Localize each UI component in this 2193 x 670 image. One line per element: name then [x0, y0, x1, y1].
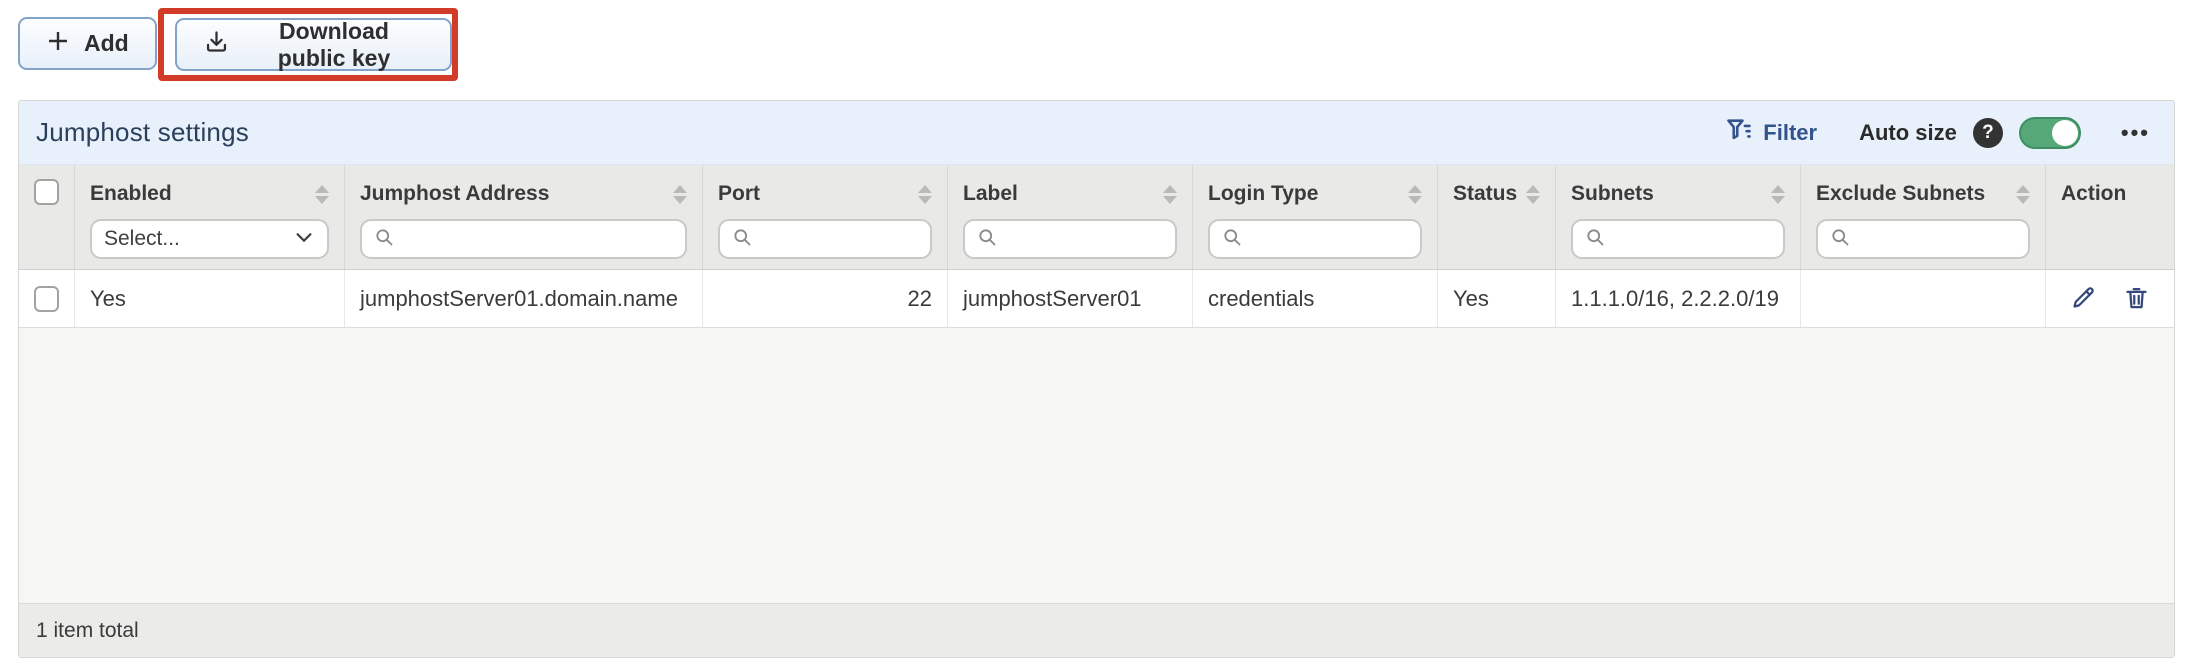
download-button-label: Download public key: [244, 18, 424, 72]
label-filter: [963, 219, 1177, 259]
toolbar: Add Download public key: [0, 0, 2193, 92]
column-header-port: Port: [703, 165, 948, 269]
column-header-label: Label: [948, 165, 1193, 269]
cell-login-type: credentials: [1193, 270, 1438, 327]
sort-icon[interactable]: [910, 185, 932, 204]
column-header-enabled: Enabled Select...: [75, 165, 345, 269]
filter-label: Filter: [1763, 120, 1817, 146]
more-options-button[interactable]: •••: [2121, 120, 2150, 146]
column-label: Action: [2061, 182, 2126, 206]
autosize-toggle[interactable]: [2019, 117, 2081, 149]
search-icon: [1585, 227, 1605, 252]
filter-button[interactable]: Filter: [1725, 116, 1817, 150]
row-checkbox[interactable]: [34, 286, 59, 312]
toggle-knob: [2052, 120, 2078, 146]
column-label: Port: [718, 182, 760, 206]
add-button[interactable]: Add: [18, 17, 157, 70]
column-header-status: Status: [1438, 165, 1556, 269]
cell-enabled: Yes: [75, 270, 345, 327]
titlebar-controls: Filter Auto size ? •••: [1725, 116, 2150, 150]
sort-icon[interactable]: [307, 185, 329, 204]
column-label: Label: [963, 182, 1018, 206]
table-empty-area: [19, 328, 2174, 603]
cell-exclude-subnets: [1801, 270, 2046, 327]
sort-icon[interactable]: [2008, 185, 2030, 204]
select-value: Select...: [104, 227, 180, 251]
pencil-icon: [2070, 284, 2097, 314]
annotation-highlight-box: Download public key: [158, 8, 458, 81]
search-icon: [732, 227, 752, 252]
sort-icon[interactable]: [1763, 185, 1785, 204]
help-icon[interactable]: ?: [1973, 118, 2003, 148]
cell-subnets: 1.1.1.0/16, 2.2.2.0/19: [1556, 270, 1801, 327]
panel-title: Jumphost settings: [36, 117, 249, 148]
label-filter-input[interactable]: [1005, 228, 1163, 251]
trash-icon: [2123, 284, 2150, 314]
select-all-checkbox[interactable]: [34, 179, 59, 205]
plus-icon: [46, 29, 70, 59]
subnets-filter: [1571, 219, 1785, 259]
column-label: Enabled: [90, 182, 172, 206]
table-header-row: Enabled Select... Jumphost Address: [19, 165, 2174, 270]
chevron-down-icon: [293, 226, 315, 253]
column-label: Subnets: [1571, 182, 1654, 206]
column-label: Exclude Subnets: [1816, 182, 1985, 206]
column-header-exclude-subnets: Exclude Subnets: [1801, 165, 2046, 269]
column-header-login-type: Login Type: [1193, 165, 1438, 269]
jumphost-address-filter-input[interactable]: [402, 228, 673, 251]
login-type-filter-input[interactable]: [1250, 228, 1408, 251]
enabled-filter-select[interactable]: Select...: [90, 219, 329, 259]
download-icon: [203, 28, 230, 61]
delete-button[interactable]: [2123, 284, 2150, 314]
column-label: Status: [1453, 182, 1517, 206]
panel-titlebar: Jumphost settings Filter Auto size ? •••: [19, 101, 2174, 165]
cell-action: [2046, 270, 2174, 327]
cell-jumphost-address: jumphostServer01.domain.name: [345, 270, 703, 327]
header-checkbox-cell: [19, 165, 75, 269]
exclude-subnets-filter-input[interactable]: [1858, 228, 2016, 251]
edit-button[interactable]: [2070, 284, 2097, 314]
table-footer: 1 item total: [19, 603, 2174, 657]
table-row: Yes jumphostServer01.domain.name 22 jump…: [19, 270, 2174, 328]
subnets-filter-input[interactable]: [1613, 228, 1771, 251]
sort-icon[interactable]: [1400, 185, 1422, 204]
jumphost-settings-panel: Jumphost settings Filter Auto size ? •••: [18, 100, 2175, 658]
autosize-label: Auto size: [1859, 120, 1957, 146]
items-total-label: 1 item total: [36, 619, 139, 643]
sort-icon[interactable]: [665, 185, 687, 204]
row-checkbox-cell: [19, 270, 75, 327]
column-header-jumphost-address: Jumphost Address: [345, 165, 703, 269]
port-filter: [718, 219, 932, 259]
download-public-key-button[interactable]: Download public key: [175, 18, 452, 71]
sort-icon[interactable]: [1518, 185, 1540, 204]
search-icon: [977, 227, 997, 252]
column-header-action: Action: [2046, 165, 2174, 269]
add-button-label: Add: [84, 30, 129, 57]
column-header-subnets: Subnets: [1556, 165, 1801, 269]
cell-port: 22: [703, 270, 948, 327]
jumphost-address-filter: [360, 219, 687, 259]
cell-status: Yes: [1438, 270, 1556, 327]
cell-label: jumphostServer01: [948, 270, 1193, 327]
port-filter-input[interactable]: [760, 228, 918, 251]
login-type-filter: [1208, 219, 1422, 259]
filter-icon: [1725, 116, 1753, 150]
column-label: Login Type: [1208, 182, 1318, 206]
search-icon: [374, 227, 394, 252]
search-icon: [1222, 227, 1242, 252]
page: Add Download public key Jumphost setting…: [0, 0, 2193, 670]
exclude-subnets-filter: [1816, 219, 2030, 259]
search-icon: [1830, 227, 1850, 252]
sort-icon[interactable]: [1155, 185, 1177, 204]
column-label: Jumphost Address: [360, 182, 549, 206]
